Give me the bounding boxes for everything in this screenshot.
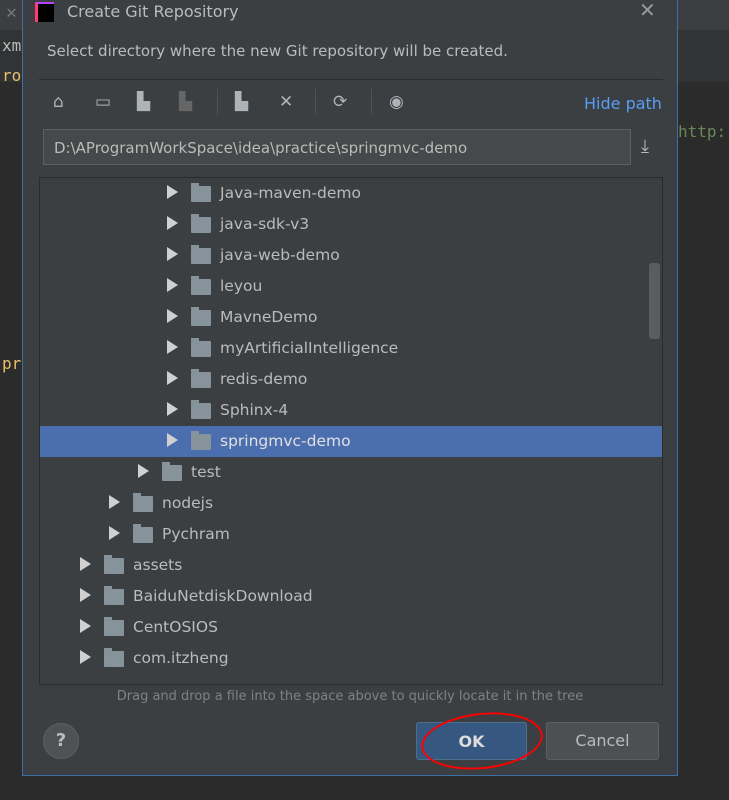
folder-icon — [191, 431, 211, 450]
tree-item[interactable]: leyou — [40, 271, 662, 302]
editor-tab-fragment: xm — [2, 36, 22, 55]
directory-tree[interactable]: com.itzheng CentOSIOS BaiduNetdiskDownload… — [39, 177, 663, 685]
tree-item-label: java-web-demo — [220, 246, 340, 264]
expand-arrow-icon[interactable] — [167, 278, 178, 292]
home-icon[interactable]: ⌂ — [53, 92, 64, 112]
tree-item-label: nodejs — [162, 494, 214, 512]
folder-icon — [191, 307, 211, 326]
toolbar-separator — [315, 89, 316, 115]
folder-icon — [191, 276, 211, 295]
expand-arrow-icon[interactable] — [167, 247, 178, 261]
folder-icon — [104, 648, 124, 667]
toolbar-separator — [371, 89, 372, 115]
tree-item[interactable]: java-sdk-v3 — [40, 209, 662, 240]
folder-icon — [133, 524, 153, 543]
tree-item-label: BaiduNetdiskDownload — [133, 587, 313, 605]
refresh-icon[interactable]: ⟳ — [333, 92, 347, 112]
download-icon[interactable]: ⤓ — [641, 136, 649, 157]
tree-item-label: myArtificialIntelligence — [220, 339, 399, 357]
project-folder-icon[interactable]: ▙ — [137, 92, 150, 112]
expand-arrow-icon[interactable] — [167, 216, 178, 230]
dialog-description: Select directory where the new Git repos… — [47, 42, 508, 60]
folder-icon — [191, 338, 211, 357]
folder-icon — [104, 555, 124, 574]
tree-item[interactable]: assets — [40, 550, 662, 581]
expand-arrow-icon[interactable] — [80, 650, 91, 664]
module-folder-icon: ▙ — [179, 92, 193, 112]
code-fragment: ro — [2, 66, 22, 85]
expand-arrow-icon[interactable] — [80, 557, 91, 571]
tree-item[interactable]: com.itzheng — [40, 643, 662, 674]
tree-item-label: com.itzheng — [133, 649, 229, 667]
expand-arrow-icon[interactable] — [167, 309, 178, 323]
dialog-title: Create Git Repository — [67, 2, 239, 21]
folder-icon — [191, 214, 211, 233]
expand-arrow-icon[interactable] — [80, 619, 91, 633]
tree-item[interactable]: java-web-demo — [40, 240, 662, 271]
delete-icon[interactable]: ✕ — [279, 92, 293, 112]
tab-close-icon[interactable]: ✕ — [6, 2, 17, 23]
toolbar-separator — [217, 89, 218, 115]
tree-item[interactable]: Sphinx-4 — [40, 395, 662, 426]
folder-icon — [162, 462, 182, 481]
tree-item-label: springmvc-demo — [220, 432, 351, 450]
close-icon[interactable]: ✕ — [639, 0, 656, 22]
folder-icon — [191, 400, 211, 419]
folder-icon — [191, 245, 211, 264]
tree-item-label: redis-demo — [220, 370, 308, 388]
tree-item[interactable]: MavneDemo — [40, 302, 662, 333]
expand-arrow-icon[interactable] — [167, 185, 178, 199]
folder-icon — [191, 369, 211, 388]
expand-arrow-icon[interactable] — [167, 340, 178, 354]
tree-item[interactable]: nodejs — [40, 488, 662, 519]
code-fragment: pr — [2, 354, 22, 373]
folder-icon — [104, 617, 124, 636]
tree-item-label: Pychram — [162, 525, 230, 543]
expand-arrow-icon[interactable] — [167, 402, 178, 416]
folder-icon — [133, 493, 153, 512]
code-fragment: http: — [678, 122, 727, 141]
tree-item[interactable]: myArtificialIntelligence — [40, 333, 662, 364]
folder-icon — [104, 586, 124, 605]
tree-item-label: CentOSIOS — [133, 618, 218, 636]
drag-drop-hint: Drag and drop a file into the space abov… — [116, 689, 584, 704]
expand-arrow-icon[interactable] — [167, 371, 178, 385]
tree-item-label: Java-maven-demo — [220, 184, 362, 202]
expand-arrow-icon[interactable] — [109, 495, 120, 509]
tree-item[interactable]: springmvc-demo — [40, 426, 662, 457]
tree-item[interactable]: BaiduNetdiskDownload — [40, 581, 662, 612]
create-git-repository-dialog: Create Git Repository ✕ Select directory… — [22, 0, 678, 776]
tree-item[interactable]: Java-maven-demo — [40, 178, 662, 209]
tree-item[interactable]: test — [40, 457, 662, 488]
tree-item[interactable]: CentOSIOS — [40, 612, 662, 643]
tree-item-label: leyou — [220, 277, 263, 295]
help-button[interactable]: ? — [43, 723, 79, 759]
scrollbar-thumb[interactable] — [649, 263, 660, 339]
path-input[interactable]: D:\AProgramWorkSpace\idea\practice\sprin… — [43, 129, 631, 165]
tree-item-label: assets — [133, 556, 183, 574]
ok-button[interactable]: OK — [416, 722, 527, 760]
intellij-logo-icon — [35, 2, 54, 22]
cancel-button[interactable]: Cancel — [546, 722, 659, 760]
expand-arrow-icon[interactable] — [167, 433, 178, 447]
hide-path-link[interactable]: Hide path — [584, 94, 662, 113]
desktop-icon[interactable]: ▭ — [95, 92, 111, 112]
show-hidden-icon[interactable]: ◉ — [389, 92, 404, 112]
tree-item[interactable]: Pychram — [40, 519, 662, 550]
tree-item-label: test — [191, 463, 221, 481]
folder-icon — [191, 183, 211, 202]
expand-arrow-icon[interactable] — [80, 588, 91, 602]
tree-item[interactable]: redis-demo — [40, 364, 662, 395]
expand-arrow-icon[interactable] — [109, 526, 120, 540]
tree-item-label: Sphinx-4 — [220, 401, 289, 419]
tree-item-label: java-sdk-v3 — [220, 215, 310, 233]
divider — [39, 79, 663, 80]
expand-arrow-icon[interactable] — [138, 464, 149, 478]
new-folder-icon[interactable]: ▙ — [235, 92, 248, 112]
tree-item-label: MavneDemo — [220, 308, 318, 326]
